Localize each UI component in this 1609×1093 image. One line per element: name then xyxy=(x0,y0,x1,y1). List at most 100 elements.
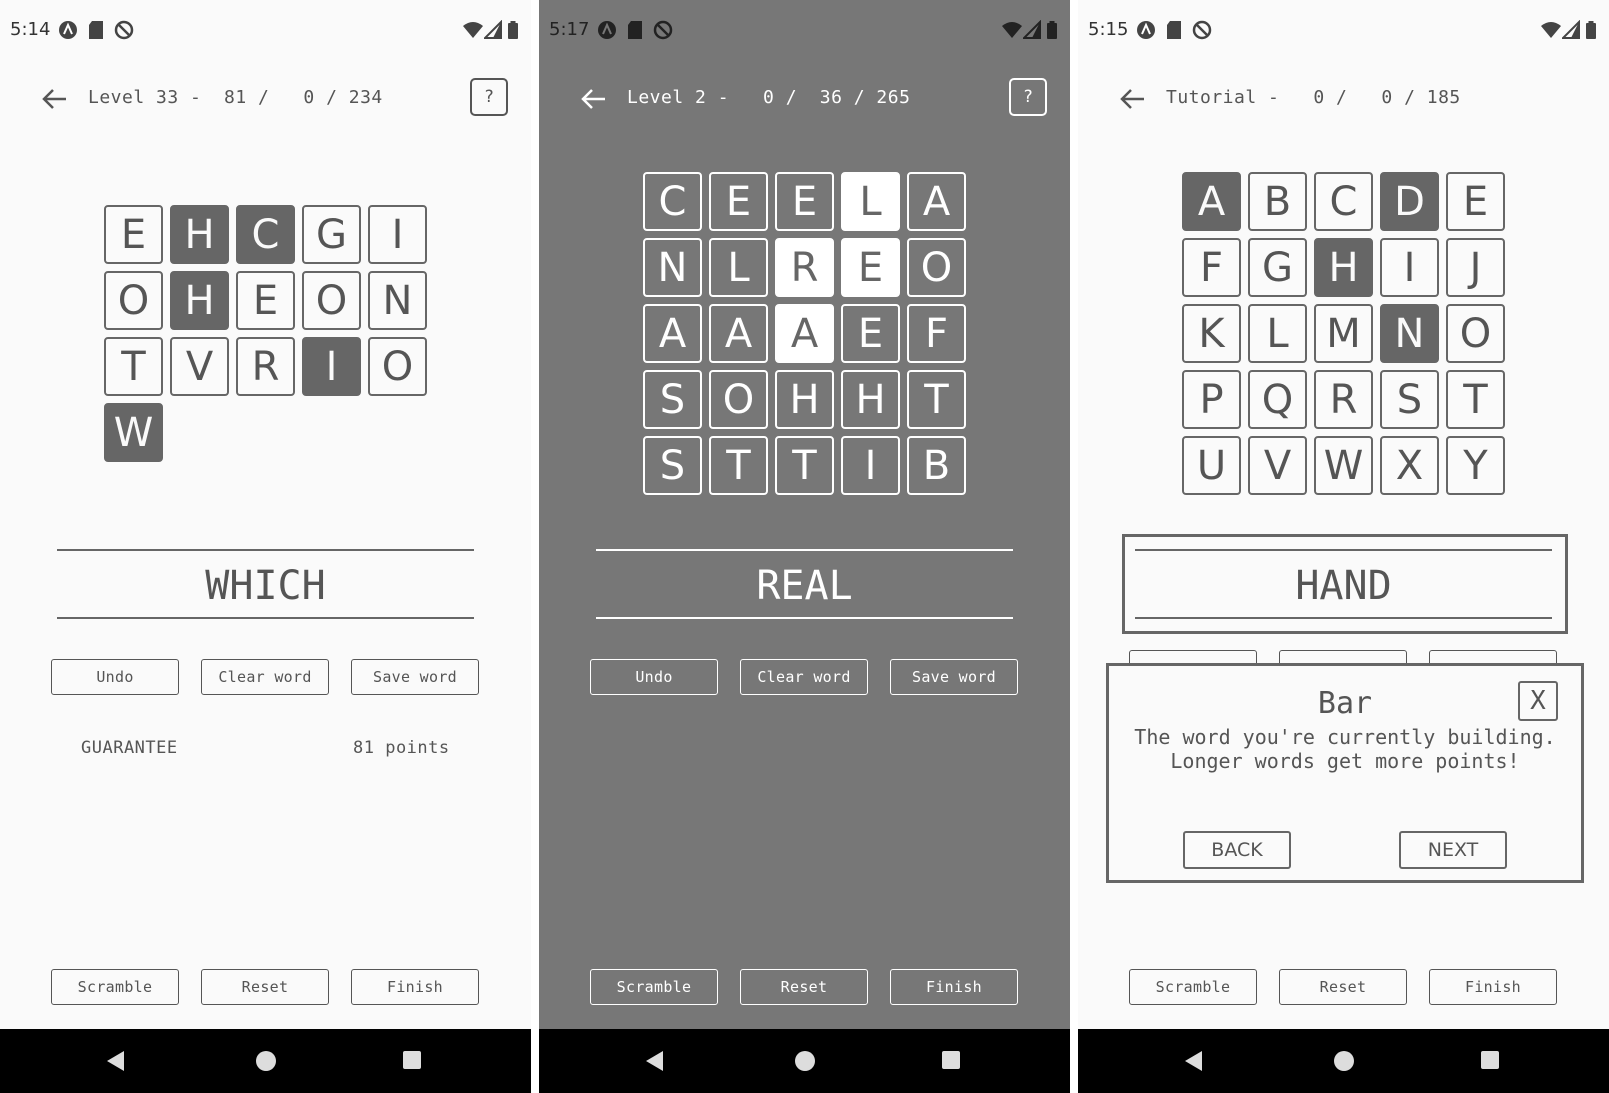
letter-tile[interactable]: O xyxy=(1446,304,1505,363)
signal-icon xyxy=(1562,20,1580,39)
finish-button[interactable]: Finish xyxy=(1429,969,1557,1005)
reset-button[interactable]: Reset xyxy=(1279,969,1407,1005)
letter-tile[interactable]: W xyxy=(1314,436,1373,495)
scramble-button[interactable]: Scramble xyxy=(51,969,179,1005)
nav-home-icon[interactable] xyxy=(794,1050,816,1072)
letter-tile[interactable]: W xyxy=(104,403,163,462)
scramble-button[interactable]: Scramble xyxy=(1129,969,1257,1005)
letter-tile[interactable]: G xyxy=(302,205,361,264)
letter-tile[interactable]: O xyxy=(104,271,163,330)
letter-tile[interactable]: E xyxy=(709,172,768,231)
letter-tile[interactable]: C xyxy=(236,205,295,264)
nav-back-icon[interactable] xyxy=(645,1050,665,1072)
letter-tile[interactable]: U xyxy=(1182,436,1241,495)
letter-tile[interactable]: E xyxy=(104,205,163,264)
nav-back-icon[interactable] xyxy=(1184,1050,1204,1072)
letter-tile[interactable]: S xyxy=(643,370,702,429)
clear-word-button[interactable]: Clear word xyxy=(201,659,329,695)
finish-button[interactable]: Finish xyxy=(351,969,479,1005)
scramble-button[interactable]: Scramble xyxy=(590,969,718,1005)
back-arrow-icon[interactable] xyxy=(1118,84,1148,114)
letter-tile[interactable]: Q xyxy=(1248,370,1307,429)
nav-home-icon[interactable] xyxy=(1333,1050,1355,1072)
letter-tile[interactable]: F xyxy=(907,304,966,363)
letter-tile[interactable]: Y xyxy=(1446,436,1505,495)
help-button[interactable]: ? xyxy=(1009,78,1047,116)
letter-tile[interactable]: T xyxy=(1446,370,1505,429)
letter-tile[interactable]: D xyxy=(1380,172,1439,231)
letter-tile[interactable]: B xyxy=(1248,172,1307,231)
letter-tile[interactable]: N xyxy=(643,238,702,297)
letter-tile[interactable]: I xyxy=(368,205,427,264)
reset-button[interactable]: Reset xyxy=(740,969,868,1005)
letter-tile[interactable]: E xyxy=(775,172,834,231)
letter-tile[interactable]: T xyxy=(907,370,966,429)
nav-home-icon[interactable] xyxy=(255,1050,277,1072)
letter-tile[interactable]: O xyxy=(368,337,427,396)
letter-tile[interactable]: M xyxy=(1314,304,1373,363)
letter-tile[interactable]: O xyxy=(907,238,966,297)
letter-tile[interactable]: C xyxy=(1314,172,1373,231)
save-word-button[interactable]: Save word xyxy=(890,659,1018,695)
letter-tile[interactable]: H xyxy=(170,271,229,330)
letter-tile[interactable]: R xyxy=(775,238,834,297)
letter-tile[interactable]: A xyxy=(907,172,966,231)
letter-tile[interactable]: H xyxy=(841,370,900,429)
dialog-next-button[interactable]: NEXT xyxy=(1399,831,1507,869)
letter-tile[interactable]: T xyxy=(709,436,768,495)
letter-tile[interactable]: G xyxy=(1248,238,1307,297)
clear-word-button[interactable]: Clear word xyxy=(740,659,868,695)
undo-button[interactable]: Undo xyxy=(590,659,718,695)
letter-tile[interactable]: L xyxy=(841,172,900,231)
letter-tile[interactable]: B xyxy=(907,436,966,495)
letter-tile[interactable]: R xyxy=(1314,370,1373,429)
letter-tile[interactable]: I xyxy=(302,337,361,396)
letter-tile[interactable]: E xyxy=(1446,172,1505,231)
dialog-close-button[interactable]: X xyxy=(1518,681,1558,721)
letter-tile[interactable]: P xyxy=(1182,370,1241,429)
undo-button[interactable]: Undo xyxy=(51,659,179,695)
dialog-back-button[interactable]: BACK xyxy=(1183,831,1291,869)
letter-tile[interactable]: N xyxy=(1380,304,1439,363)
letter-tile[interactable]: V xyxy=(170,337,229,396)
letter-tile[interactable]: O xyxy=(302,271,361,330)
nav-recents-icon[interactable] xyxy=(941,1050,961,1070)
letter-tile[interactable]: A xyxy=(1182,172,1241,231)
nav-back-icon[interactable] xyxy=(106,1050,126,1072)
finish-button[interactable]: Finish xyxy=(890,969,1018,1005)
letter-tile[interactable]: S xyxy=(643,436,702,495)
letter-tile[interactable]: A xyxy=(775,304,834,363)
letter-tile[interactable]: K xyxy=(1182,304,1241,363)
letter-tile[interactable]: A xyxy=(709,304,768,363)
letter-tile[interactable]: X xyxy=(1380,436,1439,495)
letter-tile[interactable]: T xyxy=(104,337,163,396)
letter-tile[interactable]: C xyxy=(643,172,702,231)
letter-tile[interactable]: J xyxy=(1446,238,1505,297)
letter-tile[interactable]: E xyxy=(236,271,295,330)
help-button[interactable]: ? xyxy=(470,78,508,116)
letter-tile[interactable]: R xyxy=(236,337,295,396)
letter-tile[interactable]: L xyxy=(1248,304,1307,363)
letter-tile[interactable]: H xyxy=(775,370,834,429)
nav-recents-icon[interactable] xyxy=(1480,1050,1500,1070)
back-arrow-icon[interactable] xyxy=(579,84,609,114)
nav-recents-icon[interactable] xyxy=(402,1050,422,1070)
back-arrow-icon[interactable] xyxy=(40,84,70,114)
letter-tile[interactable]: T xyxy=(775,436,834,495)
battery-icon xyxy=(1047,21,1057,39)
letter-tile[interactable]: S xyxy=(1380,370,1439,429)
letter-tile[interactable]: H xyxy=(1314,238,1373,297)
letter-tile[interactable]: A xyxy=(643,304,702,363)
letter-tile[interactable]: F xyxy=(1182,238,1241,297)
letter-tile[interactable]: O xyxy=(709,370,768,429)
letter-tile[interactable]: V xyxy=(1248,436,1307,495)
reset-button[interactable]: Reset xyxy=(201,969,329,1005)
letter-tile[interactable]: I xyxy=(841,436,900,495)
letter-tile[interactable]: H xyxy=(170,205,229,264)
letter-tile[interactable]: L xyxy=(709,238,768,297)
letter-tile[interactable]: E xyxy=(841,238,900,297)
letter-tile[interactable]: E xyxy=(841,304,900,363)
letter-tile[interactable]: N xyxy=(368,271,427,330)
save-word-button[interactable]: Save word xyxy=(351,659,479,695)
letter-tile[interactable]: I xyxy=(1380,238,1439,297)
